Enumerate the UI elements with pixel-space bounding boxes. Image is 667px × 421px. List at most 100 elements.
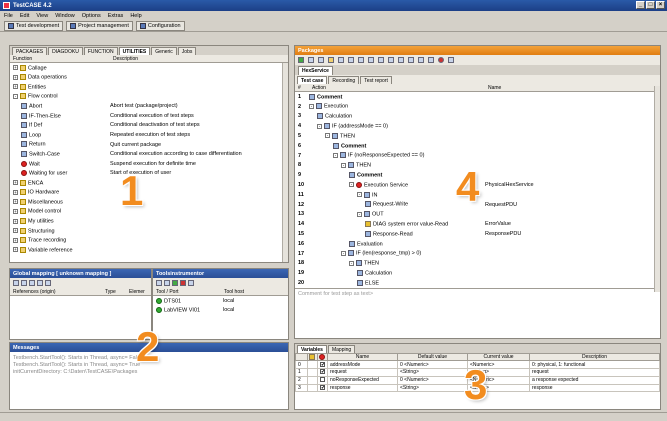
library-item[interactable]: + Entities [10, 82, 288, 92]
col-description[interactable]: Description [110, 56, 138, 62]
checkbox[interactable]: ✔ [317, 360, 328, 369]
tab-recording[interactable]: Recording [328, 76, 360, 84]
test-step-row[interactable]: 6 Comment [295, 141, 660, 151]
menu-window[interactable]: Window [55, 13, 75, 19]
expand-toggle-icon[interactable]: - [317, 123, 322, 129]
library-item[interactable]: + My utilities [10, 217, 288, 227]
test-step-row[interactable]: 3 Calculation [295, 112, 660, 122]
test-step-row[interactable]: 14 DIAG system error value-Read ErrorValue [295, 219, 660, 229]
expand-toggle-icon[interactable]: - [333, 152, 338, 158]
maximize-button[interactable]: □ [646, 1, 655, 9]
expand-toggle-icon[interactable]: - [325, 133, 330, 139]
refresh-icon[interactable] [45, 280, 51, 286]
test-step-row[interactable]: 7 - IF (noResponseExpected == 0) [295, 151, 660, 161]
save-icon[interactable] [338, 57, 344, 63]
expand-toggle-icon[interactable]: + [13, 228, 18, 234]
test-step-row[interactable]: 1 Comment [295, 92, 660, 102]
flag-cell[interactable] [307, 360, 318, 369]
menu-extras[interactable]: Extras [108, 13, 124, 19]
expand-toggle-icon[interactable]: - [357, 211, 362, 217]
tab-utilities[interactable]: UTILITIES [118, 47, 151, 55]
save-all-icon[interactable] [348, 57, 354, 63]
play-icon[interactable] [298, 57, 304, 63]
step-icon[interactable] [308, 57, 314, 63]
test-step-row[interactable]: 20 ELSE [295, 278, 660, 288]
library-scrollbar[interactable] [282, 63, 288, 262]
tab-test-report[interactable]: Test report [360, 76, 392, 84]
test-step-row[interactable]: 16 Evaluation [295, 239, 660, 249]
save-icon[interactable] [29, 280, 35, 286]
tab-diagdoku[interactable]: DIAGDOKU [48, 47, 83, 55]
checkbox[interactable] [317, 375, 328, 385]
tab-test-case[interactable]: Test case [297, 76, 328, 84]
tab-function[interactable]: FUNCTION [83, 47, 118, 55]
table-icon[interactable] [408, 57, 414, 63]
check-icon[interactable]: ✔ [320, 384, 325, 390]
undo-icon[interactable] [388, 57, 394, 63]
library-item[interactable]: IF-Then-Else Conditional execution of tes… [10, 111, 288, 121]
redo-icon[interactable] [398, 57, 404, 63]
test-step-row[interactable]: 5 - THEN [295, 131, 660, 141]
menu-file[interactable]: File [4, 13, 13, 19]
delete-icon[interactable] [37, 280, 43, 286]
edit-icon[interactable] [21, 280, 27, 286]
library-item[interactable]: Return Quit current package [10, 140, 288, 150]
configuration-button[interactable]: Configuration [135, 20, 185, 31]
open-folder-icon[interactable] [328, 57, 334, 63]
test-step-row[interactable]: 15 Response-Read ResponsePDU [295, 229, 660, 239]
expand-toggle-icon[interactable]: - [13, 93, 18, 99]
library-item[interactable]: + Model control [10, 207, 288, 217]
menu-options[interactable]: Options [82, 13, 101, 19]
tab-hexservice[interactable]: HexService [298, 66, 333, 75]
flag-cell[interactable] [307, 383, 318, 393]
library-item[interactable]: Loop Repeated execution of test steps [10, 130, 288, 140]
tab-jobs[interactable]: Jobs [177, 47, 197, 55]
tool-row[interactable]: LabVIEW VI01 local [153, 306, 288, 316]
comment-field[interactable]: Comment for test step as text> [295, 288, 660, 316]
library-item[interactable]: Wait Suspend execution for definite time [10, 159, 288, 169]
expand-toggle-icon[interactable]: - [341, 250, 346, 256]
tool-row[interactable]: DTS01 local [153, 296, 288, 306]
expand-toggle-icon[interactable]: - [349, 182, 354, 188]
library-item[interactable]: + Variable reference [10, 245, 288, 255]
connect-icon[interactable] [164, 280, 170, 286]
expand-toggle-icon[interactable]: + [13, 189, 18, 195]
arrow-up-icon[interactable] [428, 57, 434, 63]
expand-toggle-icon[interactable]: + [13, 65, 18, 71]
menu-edit[interactable]: Edit [20, 13, 29, 19]
expand-toggle-icon[interactable]: + [13, 247, 18, 253]
expand-toggle-icon[interactable]: + [13, 218, 18, 224]
stop-icon[interactable] [438, 57, 444, 63]
expand-toggle-icon[interactable]: + [13, 199, 18, 205]
expand-toggle-icon[interactable]: + [13, 84, 18, 90]
test-step-row[interactable]: 17 - IF (len(response_tmp) > 0) [295, 249, 660, 259]
test-step-row[interactable]: 2 - Execution [295, 102, 660, 112]
tab-variables[interactable]: Variables [297, 345, 327, 353]
library-item[interactable]: + Callage [10, 63, 288, 73]
tab-mapping[interactable]: Mapping [327, 345, 356, 353]
steps-scrollbar[interactable] [654, 86, 660, 292]
expand-toggle-icon[interactable]: + [13, 74, 18, 80]
flag-cell[interactable] [307, 367, 318, 377]
tab-generic[interactable]: Generic [151, 47, 177, 55]
font-icon[interactable] [448, 57, 454, 63]
new-icon[interactable] [318, 57, 324, 63]
project-management-button[interactable]: Project management [66, 20, 133, 31]
library-item[interactable]: + ENCA [10, 178, 288, 188]
test-step-row[interactable]: 18 - THEN [295, 259, 660, 269]
close-button[interactable]: × [656, 1, 665, 9]
expand-toggle-icon[interactable]: + [13, 180, 18, 186]
cut-icon[interactable] [358, 57, 364, 63]
expand-toggle-icon[interactable]: - [341, 162, 346, 168]
library-item[interactable]: Waiting for user Start of execution of us… [10, 169, 288, 179]
library-item[interactable]: If Def Conditional deactivation of test s… [10, 121, 288, 131]
check-icon[interactable]: ✔ [320, 369, 325, 375]
check-icon[interactable] [320, 376, 325, 382]
library-item[interactable]: Abort Abort test (package/project) [10, 101, 288, 111]
library-item[interactable]: + Data operations [10, 73, 288, 83]
filter-icon[interactable] [418, 57, 424, 63]
library-item[interactable]: + IO Hardware [10, 188, 288, 198]
test-step-row[interactable]: 13 - OUT [295, 210, 660, 220]
checkbox[interactable]: ✔ [317, 383, 328, 393]
check-icon[interactable]: ✔ [320, 361, 325, 367]
